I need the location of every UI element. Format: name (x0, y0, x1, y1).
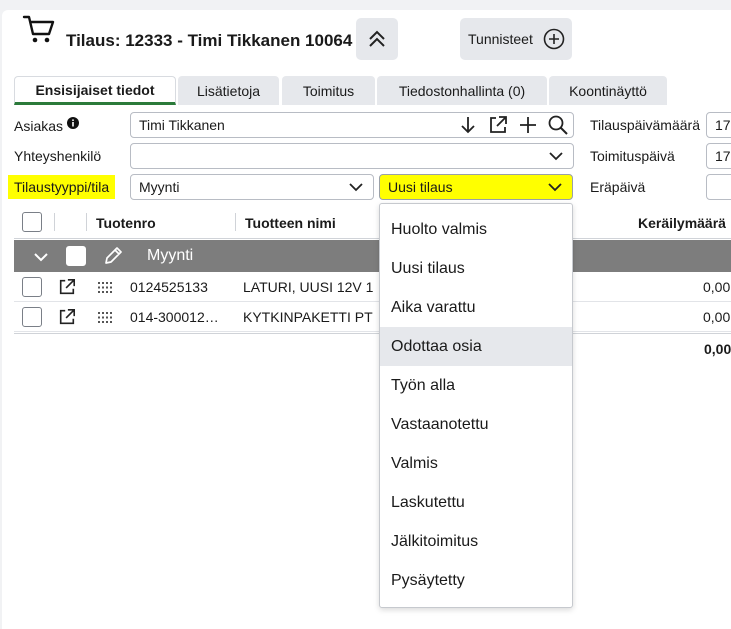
chevron-down-icon (549, 152, 563, 161)
chevron-down-icon (548, 183, 562, 192)
column-header-product-name[interactable]: Tuotteen nimi (245, 215, 336, 231)
tab-label: Koontinäyttö (569, 82, 647, 99)
pencil-icon[interactable] (102, 245, 124, 267)
cell-product-name: KYTKINPAKETTI PT (243, 309, 373, 325)
chevron-down-icon (349, 183, 363, 192)
column-divider (235, 213, 236, 231)
status-option[interactable]: Laskutettu (380, 483, 572, 522)
page-title: Tilaus: 12333 - Timi Tikkanen 10064 (66, 31, 353, 50)
customer-label: Asiakas (14, 117, 79, 134)
status-option[interactable]: Jälkitoimitus (380, 522, 572, 561)
status-dropdown-menu: Huolto valmis Uusi tilaus Aika varattu O… (379, 203, 573, 608)
search-icon[interactable] (548, 115, 568, 135)
tags-button-label: Tunnisteet (468, 31, 533, 47)
tab-file-management[interactable]: Tiedostonhallinta (0) (377, 76, 547, 105)
delivery-date-label: Toimituspäivä (590, 148, 675, 164)
drag-handle-icon[interactable] (98, 282, 112, 293)
delivery-date-value: 17 (715, 148, 731, 164)
tags-button[interactable]: Tunnisteet (460, 18, 572, 60)
column-header-pick-qty[interactable]: Keräilymäärä (638, 215, 726, 231)
drag-handle-icon[interactable] (98, 312, 112, 323)
info-icon[interactable] (66, 117, 79, 129)
row-checkbox[interactable] (22, 307, 42, 327)
contact-person-select[interactable] (130, 143, 574, 169)
due-date-label: Eräpäivä (590, 179, 646, 195)
tab-label: Toimitus (302, 82, 355, 99)
order-status-value: Uusi tilaus (388, 179, 453, 195)
tab-label: Ensisijaiset tiedot (35, 81, 155, 98)
group-row: Myynti (14, 240, 731, 272)
contact-person-label: Yhteyshenkilö (14, 148, 102, 164)
table-row[interactable]: 014-300012… KYTKINPAKETTI PT 0,00 (14, 303, 731, 332)
group-label: Myynti (147, 247, 194, 264)
table-footer-divider (14, 333, 731, 334)
cell-qty: 0,00 (703, 279, 731, 295)
open-external-icon[interactable] (58, 278, 76, 296)
add-icon[interactable] (519, 116, 537, 134)
table-header: Tuotenro Tuotteen nimi Keräilymäärä (14, 205, 731, 239)
select-all-checkbox[interactable] (22, 212, 42, 232)
group-checkbox[interactable] (66, 246, 86, 266)
column-divider (54, 213, 55, 231)
cell-product-no: 014-300012… (130, 309, 219, 325)
shopping-cart-icon (22, 15, 55, 43)
status-option[interactable]: Pysäytetty (380, 561, 572, 600)
order-date-label: Tilauspäivämäärä (590, 117, 700, 133)
status-option[interactable]: Vastaanotettu (380, 405, 572, 444)
chevron-down-icon[interactable] (34, 252, 48, 262)
tab-delivery[interactable]: Toimitus (282, 76, 375, 105)
column-divider (86, 213, 87, 231)
order-date-value: 17 (715, 117, 731, 133)
row-checkbox[interactable] (22, 277, 42, 297)
cell-product-no: 0124525133 (130, 279, 208, 295)
open-external-icon[interactable] (58, 308, 76, 326)
arrow-down-icon[interactable] (460, 116, 476, 134)
cell-product-name: LATURI, UUSI 12V 1 (243, 279, 374, 295)
cell-qty: 0,00 (703, 309, 731, 325)
status-option[interactable]: Työn alla (380, 366, 572, 405)
status-option-hovered[interactable]: Odottaa osia (380, 327, 572, 366)
table-row[interactable]: 0124525133 LATURI, UUSI 12V 1 0,00 (14, 273, 731, 302)
collapse-header-button[interactable] (356, 18, 398, 60)
status-option[interactable]: Huolto valmis (380, 210, 572, 249)
order-status-select[interactable]: Uusi tilaus (379, 174, 573, 200)
tab-additional-info[interactable]: Lisätietoja (178, 76, 279, 105)
status-option[interactable]: Aika varattu (380, 288, 572, 327)
tab-label: Tiedostonhallinta (0) (398, 82, 526, 99)
open-external-icon[interactable] (488, 115, 508, 135)
column-header-product-no[interactable]: Tuotenro (96, 215, 156, 231)
order-type-status-label: Tilaustyyppi/tila (8, 175, 116, 199)
tab-label: Lisätietoja (196, 82, 261, 99)
delivery-date-field[interactable]: 17 (706, 143, 731, 169)
order-type-select[interactable]: Myynti (130, 174, 374, 200)
status-option[interactable]: Uusi tilaus (380, 249, 572, 288)
order-type-value: Myynti (139, 179, 180, 195)
customer-label-text: Asiakas (14, 118, 64, 134)
order-date-field[interactable]: 17 (706, 112, 731, 138)
double-chevron-up-icon (369, 30, 385, 47)
table-total: 0,00 (704, 341, 731, 357)
tab-primary-info[interactable]: Ensisijaiset tiedot (14, 76, 176, 105)
add-circle-icon (543, 28, 565, 50)
status-option[interactable]: Valmis (380, 444, 572, 483)
due-date-field[interactable] (706, 174, 731, 200)
tab-dashboard[interactable]: Koontinäyttö (549, 76, 667, 105)
customer-value: Timi Tikkanen (139, 117, 225, 133)
